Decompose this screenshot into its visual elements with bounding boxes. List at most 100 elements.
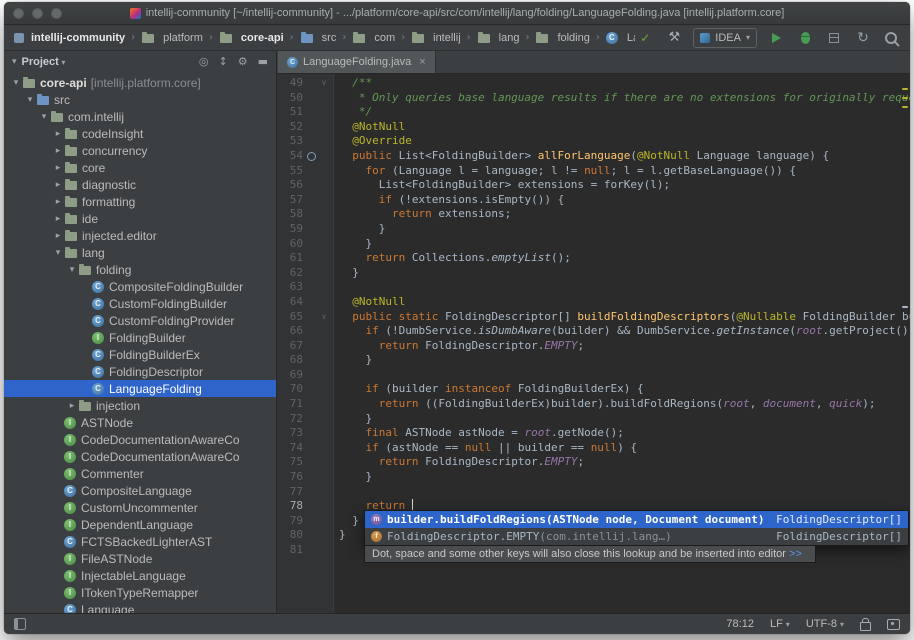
tree-item[interactable]: ▾ core-api [intellij.platform.core] [4, 74, 276, 91]
gutter-fold-column[interactable]: ∨ [303, 310, 333, 325]
line-number[interactable]: 62 [277, 266, 303, 281]
tree-item[interactable]: ▸ ide [4, 210, 276, 227]
gutter-fold-column[interactable] [303, 237, 333, 252]
code-line[interactable]: 75 return FoldingDescriptor.EMPTY; [277, 455, 910, 470]
gutter-fold-column[interactable] [303, 222, 333, 237]
line-number[interactable]: 55 [277, 164, 303, 179]
tree-item[interactable]: ▸ injected.editor [4, 227, 276, 244]
gutter-fold-column[interactable] [303, 470, 333, 485]
tree-item[interactable]: C LanguageFolding [4, 380, 276, 397]
gutter-fold-column[interactable] [303, 441, 333, 456]
line-number[interactable]: 72 [277, 412, 303, 427]
tree-item[interactable]: ▸ formatting [4, 193, 276, 210]
tree-expand-arrow-icon[interactable]: ▸ [52, 180, 64, 190]
line-number[interactable]: 64 [277, 295, 303, 310]
gutter-fold-column[interactable] [303, 339, 333, 354]
gutter-fold-column[interactable] [303, 324, 333, 339]
gutter-fold-column[interactable] [303, 134, 333, 149]
fold-arrow-icon[interactable]: ∨ [321, 310, 327, 325]
tree-expand-arrow-icon[interactable]: ▾ [66, 265, 78, 275]
tree-item[interactable]: I CodeDocumentationAwareCo [4, 431, 276, 448]
line-number[interactable]: 74 [277, 441, 303, 456]
tree-expand-arrow-icon[interactable]: ▾ [10, 78, 22, 88]
search-everywhere-icon[interactable] [882, 29, 902, 47]
code-line[interactable]: 56 List<FoldingBuilder> extensions = for… [277, 178, 910, 193]
collapse-all-icon[interactable]: ↕ [219, 55, 228, 69]
tree-item[interactable]: C CustomFoldingProvider [4, 312, 276, 329]
gutter-fold-column[interactable] [303, 499, 333, 514]
line-number[interactable]: 67 [277, 339, 303, 354]
tree-item[interactable]: C CompositeFoldingBuilder [4, 278, 276, 295]
line-number[interactable]: 63 [277, 280, 303, 295]
tree-item[interactable]: ▾ com.intellij [4, 108, 276, 125]
line-number[interactable]: 68 [277, 353, 303, 368]
breadcrumb-item[interactable]: intellij-community [12, 31, 127, 45]
line-number[interactable]: 65 [277, 310, 303, 325]
tree-item[interactable]: I FoldingBuilder [4, 329, 276, 346]
tree-item[interactable]: ▸ injection [4, 397, 276, 414]
code-line[interactable]: 52 @NotNull [277, 120, 910, 135]
line-number[interactable]: 69 [277, 368, 303, 383]
caret-position-widget[interactable]: 78:12 [726, 618, 754, 630]
project-view-dropdown[interactable]: Project [22, 56, 66, 68]
line-number[interactable]: 80 [277, 528, 303, 543]
gutter-fold-column[interactable] [303, 528, 333, 543]
override-marker-icon[interactable] [307, 151, 316, 161]
line-number[interactable]: 57 [277, 193, 303, 208]
readonly-lock-icon[interactable] [860, 617, 871, 631]
tree-expand-arrow-icon[interactable]: ▸ [52, 231, 64, 241]
inspect-code-icon[interactable]: ✓ [635, 29, 655, 47]
gutter-fold-column[interactable] [303, 178, 333, 193]
tree-item[interactable]: C CustomFoldingBuilder [4, 295, 276, 312]
gutter-fold-column[interactable] [303, 120, 333, 135]
titlebar[interactable]: intellij-community [~/intellij-community… [4, 2, 910, 25]
code-line[interactable]: 67 return FoldingDescriptor.EMPTY; [277, 339, 910, 354]
gutter-fold-column[interactable] [303, 280, 333, 295]
code-line[interactable]: 69 [277, 368, 910, 383]
minimize-window-button[interactable] [32, 7, 43, 19]
tree-item[interactable]: ▸ codeInsight [4, 125, 276, 142]
gutter-fold-column[interactable] [303, 193, 333, 208]
line-separator-widget[interactable]: LF [770, 618, 790, 630]
tree-item[interactable]: C FoldingBuilderEx [4, 346, 276, 363]
tree-expand-arrow-icon[interactable]: ▸ [52, 146, 64, 156]
chevron-down-icon[interactable] [12, 57, 17, 67]
highlighting-level-icon[interactable] [887, 618, 900, 630]
gutter-fold-column[interactable]: ∨ [303, 76, 333, 91]
code-line[interactable]: 53 @Override [277, 134, 910, 149]
line-number[interactable]: 60 [277, 237, 303, 252]
run-config-select[interactable]: IDEA ▾ [693, 27, 757, 48]
code-line[interactable]: 59 } [277, 222, 910, 237]
code-line[interactable]: 73 final ASTNode astNode = root.getNode(… [277, 426, 910, 441]
line-number[interactable]: 76 [277, 470, 303, 485]
editor-tab[interactable]: C LanguageFolding.java × [278, 51, 436, 73]
tree-item[interactable]: I DependentLanguage [4, 516, 276, 533]
tree-item[interactable]: I CustomUncommenter [4, 499, 276, 516]
line-number[interactable]: 70 [277, 382, 303, 397]
code-line[interactable]: 68 } [277, 353, 910, 368]
tree-item[interactable]: ▸ diagnostic [4, 176, 276, 193]
breadcrumb-item[interactable]: folding [533, 31, 591, 45]
tree-item[interactable]: I ASTNode [4, 414, 276, 431]
tree-item[interactable]: C FoldingDescriptor [4, 363, 276, 380]
line-number[interactable]: 54 [277, 149, 303, 164]
gutter-fold-column[interactable] [303, 164, 333, 179]
gutter-fold-column[interactable] [303, 382, 333, 397]
line-number[interactable]: 56 [277, 178, 303, 193]
tree-expand-arrow-icon[interactable]: ▸ [52, 129, 64, 139]
breadcrumb-item[interactable]: src [298, 31, 339, 45]
coverage-button[interactable] [824, 29, 844, 47]
code-line[interactable]: 49 ∨ /** [277, 76, 910, 91]
tree-item[interactable]: I CodeDocumentationAwareCo [4, 448, 276, 465]
line-number[interactable]: 52 [277, 120, 303, 135]
breadcrumb-item[interactable]: core-api [217, 31, 286, 45]
code-line[interactable]: 60 } [277, 237, 910, 252]
tree-item[interactable]: ▾ folding [4, 261, 276, 278]
line-number[interactable]: 78 [277, 499, 303, 514]
code-line[interactable]: 57 if (!extensions.isEmpty()) { [277, 193, 910, 208]
gutter-fold-column[interactable] [303, 368, 333, 383]
completion-item[interactable]: f FoldingDescriptor.EMPTY (com.intellij.l… [365, 528, 908, 545]
gutter-fold-column[interactable] [303, 295, 333, 310]
tree-expand-arrow-icon[interactable]: ▾ [24, 95, 36, 105]
line-number[interactable]: 73 [277, 426, 303, 441]
